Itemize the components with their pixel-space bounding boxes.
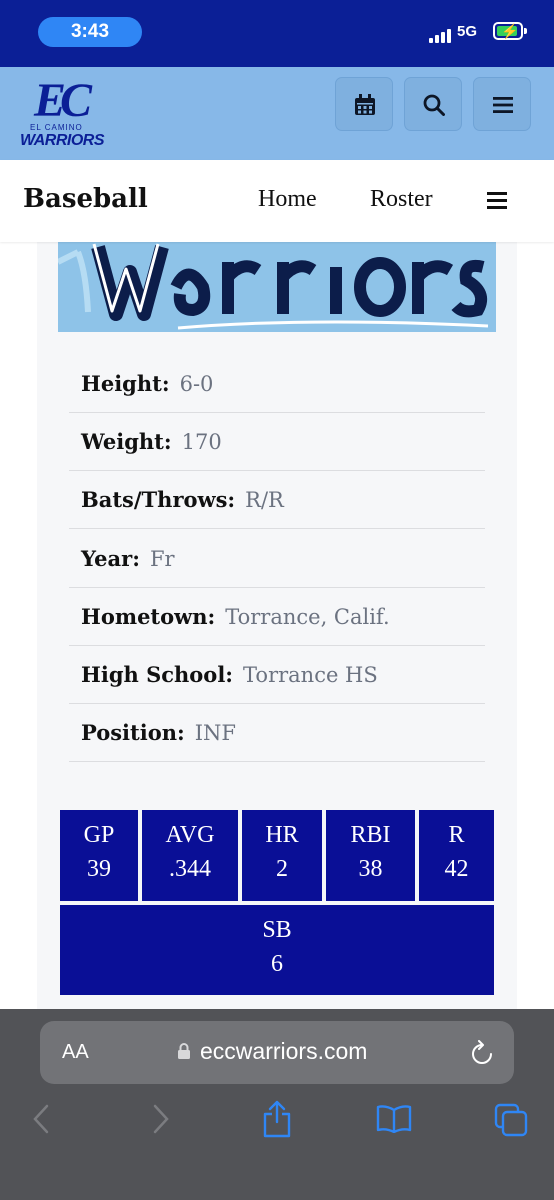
bio-row-year: Year: Fr: [69, 530, 485, 588]
stat-label: AVG: [165, 822, 215, 848]
bio-label: High School:: [81, 662, 234, 687]
forward-icon[interactable]: [152, 1104, 170, 1134]
bio-row-bats-throws: Bats/Throws: R/R: [69, 471, 485, 529]
stat-hr: HR 2: [242, 810, 322, 901]
back-icon[interactable]: [32, 1104, 50, 1134]
bio-row-position: Position: INF: [69, 704, 485, 762]
bio-label: Hometown:: [81, 604, 216, 629]
bio-value: Fr: [149, 547, 175, 571]
stat-label: SB: [262, 917, 292, 943]
logo-name: WARRIORS: [20, 132, 105, 149]
bio-row-hometown: Hometown: Torrance, Calif.: [69, 588, 485, 646]
share-icon[interactable]: [262, 1100, 292, 1138]
stat-rbi: RBI 38: [326, 810, 415, 901]
bio-label: Year:: [81, 546, 140, 571]
site-logo[interactable]: EC EL CAMINO WARRIORS: [20, 74, 105, 153]
sport-nav: Baseball Home Roster: [0, 160, 554, 242]
stat-label: HR: [265, 822, 299, 848]
bio-label: Bats/Throws:: [81, 487, 236, 512]
search-icon: [423, 94, 445, 116]
menu-icon: [493, 97, 513, 113]
logo-mark: EC: [34, 74, 92, 127]
bookmarks-icon[interactable]: [376, 1105, 412, 1133]
logo-subtitle: EL CAMINO: [30, 123, 83, 132]
stat-avg: AVG .344: [142, 810, 238, 901]
search-button[interactable]: [404, 77, 462, 131]
nav-roster-link[interactable]: Roster: [370, 186, 433, 213]
bio-label: Position:: [81, 720, 185, 745]
bio-value: 170: [181, 430, 222, 454]
stat-sb: SB 6: [60, 905, 494, 995]
bio-value: R/R: [245, 488, 284, 512]
reader-settings-button[interactable]: AA: [62, 1041, 89, 1064]
nav-home-link[interactable]: Home: [258, 186, 317, 213]
status-bar: 3:43 5G ⚡: [0, 0, 554, 67]
bio-row-height: Height: 6-0: [69, 355, 485, 413]
calendar-icon: [355, 94, 375, 115]
bio-value: Torrance, Calif.: [225, 605, 390, 629]
menu-button[interactable]: [473, 77, 531, 131]
stat-value: 39: [87, 856, 111, 882]
cellular-signal-icon: [429, 27, 451, 43]
stat-value: 6: [271, 951, 283, 977]
stat-label: R: [448, 822, 465, 848]
player-photo: [58, 242, 496, 332]
sport-title[interactable]: Baseball: [23, 184, 148, 214]
network-type: 5G: [457, 23, 478, 40]
stat-value: 2: [276, 856, 288, 882]
bio-row-weight: Weight: 170: [69, 413, 485, 471]
browser-toolbar: AA eccwarriors.com: [0, 1009, 554, 1200]
url-text: eccwarriors.com: [200, 1038, 368, 1064]
bio-value: INF: [194, 721, 236, 745]
stat-value: 42: [444, 856, 469, 882]
stat-r: R 42: [419, 810, 494, 901]
status-time: 3:43: [38, 17, 142, 47]
sport-menu-icon[interactable]: [487, 192, 507, 210]
address-bar[interactable]: AA eccwarriors.com: [40, 1021, 514, 1084]
bio-value: 6-0: [179, 372, 214, 396]
bio-label: Weight:: [81, 429, 172, 454]
calendar-button[interactable]: [335, 77, 393, 131]
stat-gp: GP 39: [60, 810, 138, 901]
lock-icon: [178, 1043, 190, 1059]
stat-label: RBI: [350, 822, 391, 848]
stat-value: 38: [358, 856, 383, 882]
site-header: EC EL CAMINO WARRIORS: [0, 67, 554, 160]
stat-value: .344: [169, 856, 211, 882]
tabs-icon[interactable]: [494, 1103, 528, 1137]
bio-value: Torrance HS: [243, 663, 378, 687]
bio-row-high-school: High School: Torrance HS: [69, 646, 485, 704]
bio-label: Height:: [81, 371, 170, 396]
reload-icon[interactable]: [470, 1040, 494, 1066]
stat-label: GP: [83, 822, 115, 848]
battery-icon: ⚡: [493, 22, 527, 40]
